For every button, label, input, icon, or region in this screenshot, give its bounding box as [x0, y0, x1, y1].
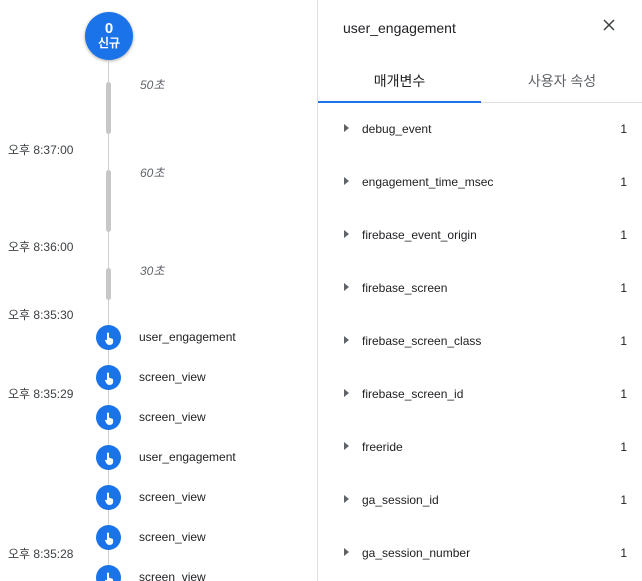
param-row[interactable]: firebase_screen 1: [318, 274, 642, 304]
time-gap-bar: [106, 82, 111, 134]
event-name: user_engagement: [139, 450, 236, 464]
touch-icon: [96, 485, 121, 510]
time-gap-label: 30초: [140, 264, 165, 278]
event-name: screen_view: [139, 490, 206, 504]
touch-icon: [96, 445, 121, 470]
time-gap-bar: [106, 268, 111, 300]
param-count: 1: [620, 546, 627, 560]
touch-icon: [96, 405, 121, 430]
param-count: 1: [620, 175, 627, 189]
param-name: firebase_screen_id: [362, 387, 464, 401]
active-tab-indicator: [318, 101, 481, 103]
close-icon: [603, 19, 615, 31]
timeline-event[interactable]: screen_view: [0, 363, 317, 391]
event-name: screen_view: [139, 410, 206, 424]
new-events-badge[interactable]: 0 신규: [85, 12, 133, 60]
param-name: firebase_screen_class: [362, 334, 482, 348]
param-row[interactable]: ga_session_number 1: [318, 539, 642, 569]
touch-icon: [96, 525, 121, 550]
param-name: debug_event: [362, 122, 432, 136]
param-name: ga_session_id: [362, 493, 439, 507]
param-name: engagement_time_msec: [362, 175, 494, 189]
close-button[interactable]: [598, 14, 620, 36]
param-count: 1: [620, 334, 627, 348]
param-count: 1: [620, 281, 627, 295]
timeline-event[interactable]: user_engagement: [0, 323, 317, 351]
expand-arrow-icon: [344, 442, 349, 450]
expand-arrow-icon: [344, 283, 349, 291]
panel-tabs: 매개변수 사용자 속성: [318, 60, 642, 103]
param-count: 1: [620, 122, 627, 136]
event-details-panel: user_engagement 매개변수 사용자 속성 debug_event …: [317, 0, 642, 581]
param-row[interactable]: engagement_time_msec 1: [318, 168, 642, 198]
timeline-event[interactable]: screen_view: [0, 563, 317, 581]
expand-arrow-icon: [344, 548, 349, 556]
param-row[interactable]: debug_event 1: [318, 115, 642, 145]
param-row[interactable]: freeride 1: [318, 433, 642, 463]
timeline-event[interactable]: user_engagement: [0, 443, 317, 471]
expand-arrow-icon: [344, 124, 349, 132]
expand-arrow-icon: [344, 230, 349, 238]
expand-arrow-icon: [344, 336, 349, 344]
event-name: screen_view: [139, 570, 206, 581]
param-name: freeride: [362, 440, 403, 454]
param-name: firebase_screen: [362, 281, 448, 295]
timeline-line: [108, 60, 109, 82]
time-gap-bar: [106, 170, 111, 232]
expand-arrow-icon: [344, 495, 349, 503]
timestamp-label: 오후 8:37:00: [8, 143, 74, 157]
touch-icon: [96, 365, 121, 390]
param-name: ga_session_number: [362, 546, 471, 560]
expand-arrow-icon: [344, 177, 349, 185]
param-count: 1: [620, 493, 627, 507]
event-name: user_engagement: [139, 330, 236, 344]
timestamp-label: 오후 8:35:30: [8, 308, 74, 322]
param-name: firebase_event_origin: [362, 228, 477, 242]
debugview-screen: 0 신규 50초 60초 30초 오후 8:37:00 오후 8:36:00 오…: [0, 0, 642, 581]
timeline-line: [108, 232, 109, 268]
new-events-count: 0: [104, 20, 114, 37]
tab-user-properties[interactable]: 사용자 속성: [481, 60, 642, 102]
event-timeline[interactable]: 0 신규 50초 60초 30초 오후 8:37:00 오후 8:36:00 오…: [0, 0, 317, 581]
time-gap-label: 50초: [140, 78, 165, 92]
touch-icon: [96, 565, 121, 581]
event-name: screen_view: [139, 370, 206, 384]
param-row[interactable]: ga_session_id 1: [318, 486, 642, 516]
timeline-line: [108, 134, 109, 170]
timeline-event[interactable]: screen_view: [0, 483, 317, 511]
param-count: 1: [620, 387, 627, 401]
panel-title: user_engagement: [343, 20, 456, 36]
new-events-label: 신규: [97, 36, 121, 50]
param-row[interactable]: firebase_screen_id 1: [318, 380, 642, 410]
param-row[interactable]: firebase_screen_class 1: [318, 327, 642, 357]
timeline-event[interactable]: screen_view: [0, 403, 317, 431]
event-name: screen_view: [139, 530, 206, 544]
timestamp-label: 오후 8:36:00: [8, 240, 74, 254]
param-count: 1: [620, 440, 627, 454]
param-count: 1: [620, 228, 627, 242]
timeline-event[interactable]: screen_view: [0, 523, 317, 551]
time-gap-label: 60초: [140, 166, 165, 180]
param-row[interactable]: firebase_event_origin 1: [318, 221, 642, 251]
expand-arrow-icon: [344, 389, 349, 397]
tab-parameters[interactable]: 매개변수: [318, 60, 481, 102]
touch-icon: [96, 325, 121, 350]
